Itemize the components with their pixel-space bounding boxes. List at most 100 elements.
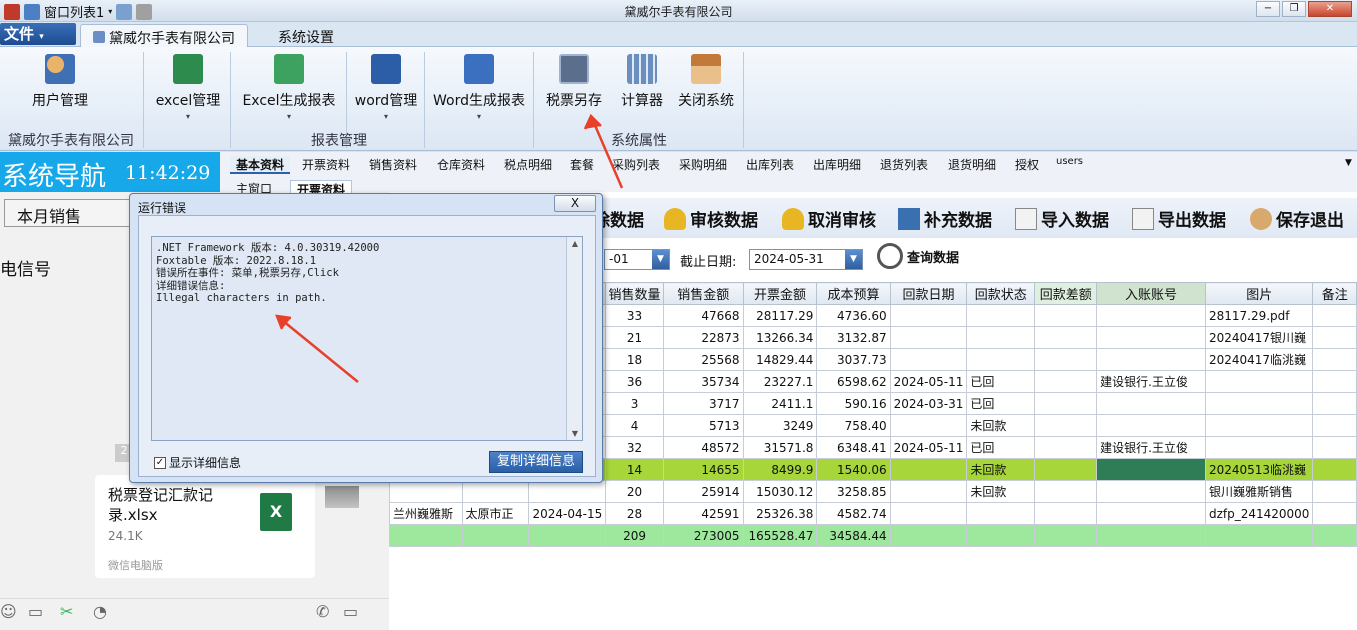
table-cell[interactable]: 28 xyxy=(605,502,664,525)
tab-purchase-list[interactable]: 采购列表 xyxy=(606,156,666,174)
tab-invoice-info[interactable]: 开票资料 xyxy=(296,156,356,174)
table-cell[interactable]: 2024-05-11 xyxy=(889,370,968,393)
column-header[interactable]: 回款日期 xyxy=(889,282,968,305)
table-cell[interactable] xyxy=(1096,414,1206,437)
table-cell[interactable]: 15030.12 xyxy=(742,480,818,503)
table-cell[interactable] xyxy=(1312,458,1357,481)
table-cell[interactable] xyxy=(1034,436,1098,459)
table-cell[interactable] xyxy=(1204,370,1314,393)
table-cell[interactable]: 2024-05-11 xyxy=(889,436,968,459)
table-cell[interactable] xyxy=(889,304,968,327)
table-cell[interactable]: 18 xyxy=(605,348,664,371)
table-cell[interactable]: 3249 xyxy=(742,414,818,437)
table-cell[interactable]: 3258.85 xyxy=(816,480,891,503)
table-cell[interactable]: 3037.73 xyxy=(816,348,891,371)
table-cell[interactable] xyxy=(889,458,968,481)
column-header[interactable]: 销售金额 xyxy=(662,282,744,305)
table-cell[interactable]: 14829.44 xyxy=(742,348,818,371)
tab-package[interactable]: 套餐 xyxy=(564,156,600,174)
table-cell[interactable] xyxy=(1096,348,1206,371)
table-cell[interactable] xyxy=(1096,502,1206,525)
export-data-button[interactable]: 导出数据 xyxy=(1132,206,1226,231)
close-system-button[interactable]: 关闭系统 xyxy=(672,54,740,110)
table-cell[interactable]: 建设银行.王立俊 xyxy=(1096,436,1206,459)
table-cell[interactable] xyxy=(1312,502,1357,525)
word-management-button[interactable]: word管理 ▾ xyxy=(351,54,421,121)
tab-tax-details[interactable]: 税点明细 xyxy=(498,156,558,174)
table-cell[interactable] xyxy=(1096,458,1206,481)
table-cell[interactable] xyxy=(889,414,968,437)
vertical-scrollbar[interactable]: ▲ ▼ xyxy=(566,237,582,440)
table-cell[interactable] xyxy=(966,326,1036,349)
table-cell[interactable]: 8499.9 xyxy=(742,458,818,481)
table-cell[interactable] xyxy=(889,326,968,349)
tab-purchase-details[interactable]: 采购明细 xyxy=(673,156,733,174)
table-cell[interactable]: 6348.41 xyxy=(816,436,891,459)
table-cell[interactable]: 4 xyxy=(605,414,664,437)
file-menu-button[interactable]: 文件 ▾ xyxy=(0,23,76,45)
audit-data-button[interactable]: 审核数据 xyxy=(664,206,758,231)
table-cell[interactable] xyxy=(1034,458,1098,481)
tab-company[interactable]: 黛威尔手表有限公司 xyxy=(80,24,248,47)
table-cell[interactable] xyxy=(889,480,968,503)
table-cell[interactable]: 未回款 xyxy=(966,480,1036,503)
supplement-data-button[interactable]: 补充数据 xyxy=(898,206,992,231)
table-cell[interactable] xyxy=(1034,480,1098,503)
table-cell[interactable]: 25326.38 xyxy=(742,502,818,525)
copy-details-button[interactable]: 复制详细信息 xyxy=(489,451,583,473)
table-cell[interactable]: 4582.74 xyxy=(816,502,891,525)
save-exit-button[interactable]: 保存退出 xyxy=(1250,206,1344,231)
table-cell[interactable]: 42591 xyxy=(662,502,744,525)
table-cell[interactable]: 未回款 xyxy=(966,414,1036,437)
chevron-down-icon[interactable]: ▼ xyxy=(652,250,669,269)
table-cell[interactable]: 14 xyxy=(605,458,664,481)
tab-authorization[interactable]: 授权 xyxy=(1009,156,1045,174)
table-cell[interactable] xyxy=(461,480,530,503)
scroll-up-icon[interactable]: ▲ xyxy=(567,239,583,248)
tab-settings[interactable]: 系统设置 xyxy=(266,24,346,47)
table-cell[interactable] xyxy=(966,348,1036,371)
table-cell[interactable]: 建设银行.王立俊 xyxy=(1096,370,1206,393)
column-header[interactable]: 成本预算 xyxy=(816,282,891,305)
tab-overflow-icon[interactable]: ▼ xyxy=(1345,158,1352,168)
table-cell[interactable]: 2024-04-15 xyxy=(528,502,607,525)
table-cell[interactable]: 35734 xyxy=(662,370,744,393)
table-cell[interactable] xyxy=(1034,326,1098,349)
table-cell[interactable]: 2024-03-31 xyxy=(889,392,968,415)
table-cell[interactable] xyxy=(1204,414,1314,437)
table-cell[interactable] xyxy=(1204,436,1314,459)
table-cell[interactable]: 未回款 xyxy=(966,458,1036,481)
phone-icon[interactable]: ✆ xyxy=(316,602,329,621)
table-cell[interactable] xyxy=(1312,480,1357,503)
tab-basic-info[interactable]: 基本资料 xyxy=(230,156,291,174)
end-date-input[interactable]: 2024-05-31 ▼ xyxy=(749,249,863,270)
error-details-text[interactable]: .NET Framework 版本: 4.0.30319.42000 Foxta… xyxy=(151,236,583,441)
table-cell[interactable] xyxy=(966,502,1036,525)
table-cell[interactable] xyxy=(389,480,463,503)
table-cell[interactable] xyxy=(1312,414,1357,437)
table-cell[interactable]: 28117.29.pdf xyxy=(1204,304,1314,327)
folder-icon[interactable]: ▭ xyxy=(28,602,43,621)
table-cell[interactable] xyxy=(1312,392,1357,415)
column-header[interactable]: 入账账号 xyxy=(1096,282,1206,305)
table-cell[interactable]: 758.40 xyxy=(816,414,891,437)
tax-ticket-save-button[interactable]: 税票另存 xyxy=(539,54,609,110)
table-cell[interactable]: 2411.1 xyxy=(742,392,818,415)
table-cell[interactable]: 25568 xyxy=(662,348,744,371)
import-data-button[interactable]: 导入数据 xyxy=(1015,206,1109,231)
start-date-input[interactable]: -01 ▼ xyxy=(604,249,670,270)
table-cell[interactable]: 36 xyxy=(605,370,664,393)
image-thumbnail[interactable] xyxy=(325,486,359,508)
table-cell[interactable]: dzfp_241420000 xyxy=(1204,502,1314,525)
column-header[interactable]: 回款状态 xyxy=(966,282,1036,305)
table-cell[interactable]: 22873 xyxy=(662,326,744,349)
table-cell[interactable]: 25914 xyxy=(662,480,744,503)
column-header[interactable]: 图片 xyxy=(1204,282,1314,305)
word-report-button[interactable]: Word生成报表 ▾ xyxy=(429,54,529,121)
table-cell[interactable] xyxy=(1034,414,1098,437)
table-cell[interactable] xyxy=(1096,480,1206,503)
tab-sales-info[interactable]: 销售资料 xyxy=(363,156,423,174)
file-attachment-card[interactable]: 税票登记汇款记录.xlsx 24.1K 微信电脑版 X xyxy=(95,475,315,578)
scroll-down-icon[interactable]: ▼ xyxy=(567,429,583,438)
tab-return-details[interactable]: 退货明细 xyxy=(942,156,1002,174)
